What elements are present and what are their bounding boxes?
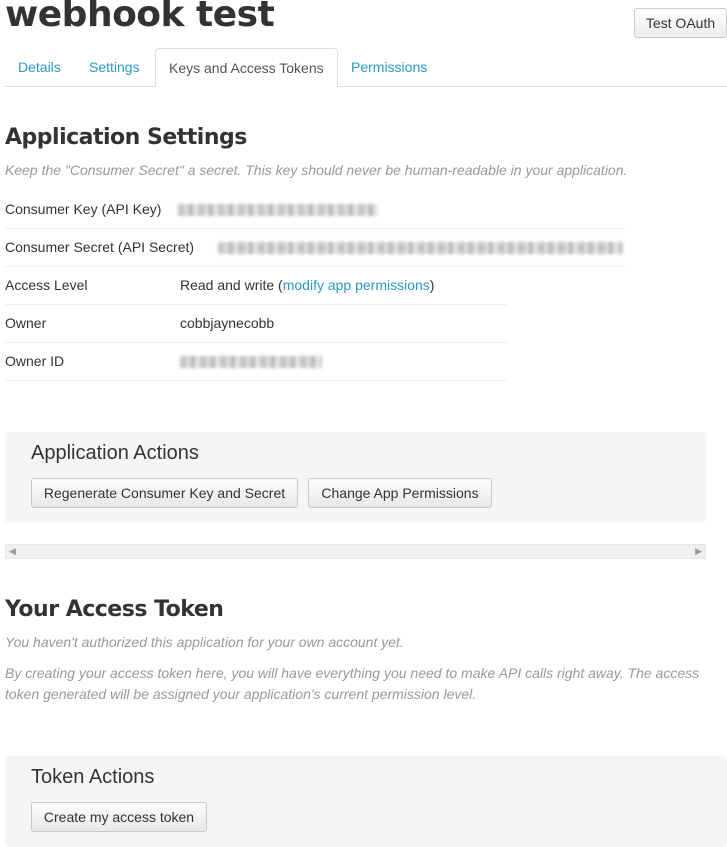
application-actions-panel: Application Actions Regenerate Consumer … [5, 432, 706, 523]
create-token-note: By creating your access token here, you … [5, 665, 700, 702]
consumer-key-row: Consumer Key (API Key) [5, 191, 625, 229]
owner-value: cobbjaynecobb [180, 315, 275, 331]
token-actions-title: Token Actions [31, 766, 155, 788]
regenerate-consumer-key-button[interactable]: Regenerate Consumer Key and Secret [31, 478, 298, 508]
token-actions-panel: Token Actions Create my access token [5, 756, 727, 847]
access-level-value: Read and write (modify app permissions) [180, 277, 435, 293]
scroll-right-arrow-icon[interactable]: ▶ [695, 545, 702, 558]
create-access-token-button[interactable]: Create my access token [31, 802, 207, 832]
consumer-secret-row: Consumer Secret (API Secret) [5, 229, 625, 267]
consumer-key-label: Consumer Key (API Key) [5, 201, 162, 217]
owner-label: Owner [5, 315, 47, 331]
tab-settings[interactable]: Settings [76, 48, 153, 87]
consumer-secret-label: Consumer Secret (API Secret) [5, 239, 195, 255]
tab-details[interactable]: Details [5, 48, 74, 87]
scroll-left-arrow-icon[interactable]: ◀ [9, 545, 16, 558]
change-app-permissions-button[interactable]: Change App Permissions [308, 478, 492, 508]
consumer-secret-value-redacted [218, 242, 623, 254]
consumer-key-value-redacted [178, 204, 378, 216]
consumer-secret-note: Keep the "Consumer Secret" a secret. Thi… [5, 162, 628, 178]
access-level-row: Access Level Read and write (modify app … [5, 267, 507, 305]
not-authorized-note: You haven't authorized this application … [5, 634, 404, 650]
tab-permissions[interactable]: Permissions [338, 48, 440, 87]
access-level-label: Access Level [5, 277, 88, 293]
owner-id-value-redacted [180, 356, 322, 368]
tab-bar: Details Settings Keys and Access Tokens … [5, 48, 727, 87]
app-title: webhook test [5, 0, 275, 35]
your-access-token-heading: Your Access Token [5, 597, 224, 622]
tab-keys-and-access-tokens[interactable]: Keys and Access Tokens [155, 48, 338, 87]
application-settings-heading: Application Settings [5, 125, 247, 150]
modify-app-permissions-link[interactable]: modify app permissions [283, 277, 430, 293]
owner-id-row: Owner ID [5, 343, 507, 381]
owner-row: Owner cobbjaynecobb [5, 305, 507, 343]
horizontal-scrollbar[interactable]: ◀ ▶ [5, 544, 706, 559]
test-oauth-button[interactable]: Test OAuth [634, 8, 727, 38]
owner-id-label: Owner ID [5, 353, 65, 369]
application-actions-title: Application Actions [31, 442, 199, 464]
